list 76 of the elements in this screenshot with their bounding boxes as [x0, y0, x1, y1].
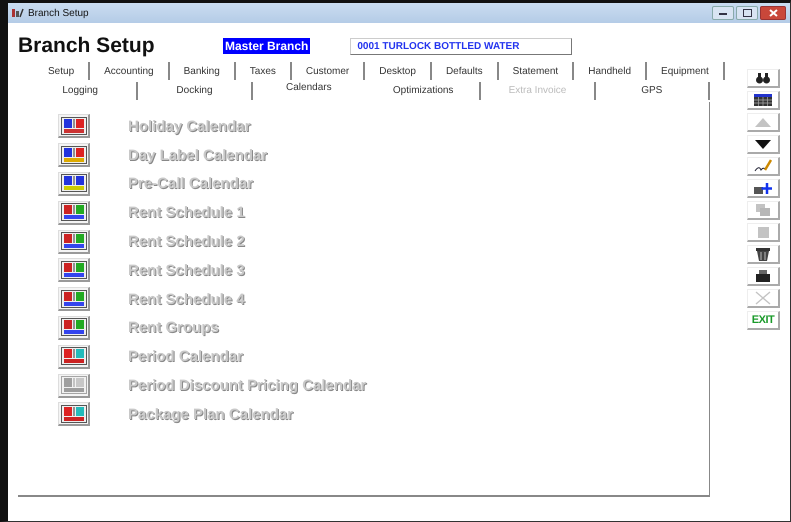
signature-pen-icon [754, 159, 772, 173]
calendar-button[interactable] [58, 114, 90, 138]
toolbar-button[interactable] [747, 245, 780, 264]
calendar-icon [60, 232, 86, 250]
binoculars-icon [756, 72, 770, 84]
calendar-label: Rent Groups [128, 319, 219, 336]
tab[interactable]: Statement [498, 62, 574, 80]
calendar-icon [60, 376, 86, 394]
tab[interactable]: Customer [292, 62, 366, 80]
calendar-icon [60, 404, 86, 423]
calendar-button[interactable] [58, 200, 90, 225]
calendar-button[interactable] [58, 287, 90, 312]
toolbar-button[interactable] [747, 91, 780, 110]
calendar-label: Rent Schedule 1 [128, 204, 245, 222]
tab[interactable]: Equipment [647, 62, 725, 80]
calendar-icon [60, 146, 86, 164]
calendar-label: Period Discount Pricing Calendar [128, 377, 366, 394]
tab[interactable]: Optimizations [366, 82, 482, 100]
cross-icon [755, 291, 771, 305]
toolbar-button[interactable] [747, 69, 780, 88]
down-arrow-icon [755, 140, 771, 148]
calendar-icon [60, 260, 86, 279]
calendar-label: Package Plan Calendar [128, 406, 294, 423]
close-button[interactable] [760, 6, 786, 20]
toolbar-button[interactable] [747, 179, 780, 198]
app-icon [12, 8, 24, 18]
calendar-button[interactable] [58, 402, 90, 426]
close-icon [768, 9, 778, 17]
branch-field[interactable]: 0001 TURLOCK BOTTLED WATER [350, 38, 572, 54]
calendar-label: Day Label Calendar [128, 146, 268, 164]
grid-icon [754, 94, 772, 106]
tab[interactable]: Setup [34, 62, 90, 80]
tab[interactable]: Calendars [252, 78, 367, 96]
calendar-label: Holiday Calendar [128, 118, 251, 135]
tab[interactable]: Desktop [365, 62, 432, 80]
square-icon [758, 226, 768, 238]
copy-icon [756, 204, 770, 216]
minimize-icon [719, 12, 727, 14]
calendar-icon [60, 318, 86, 336]
window-title: Branch Setup [28, 8, 90, 18]
calendar-button[interactable] [58, 316, 90, 340]
calendar-label: Rent Schedule 3 [128, 262, 245, 279]
calendar-label: Period Calendar [128, 348, 244, 366]
tab[interactable]: GPS [596, 82, 710, 100]
tab[interactable]: Taxes [236, 62, 292, 80]
toolbar-button[interactable] [747, 267, 780, 286]
calendar-button[interactable] [58, 143, 90, 168]
tab[interactable]: Banking [170, 62, 236, 80]
calendar-label: Rent Schedule 2 [128, 233, 245, 250]
tab[interactable]: Logging [24, 82, 138, 100]
up-arrow-icon [755, 118, 771, 126]
calendar-label: Rent Schedule 4 [128, 290, 245, 308]
calendar-label: Pre-Call Calendar [128, 175, 254, 192]
toolbar-button[interactable] [747, 135, 780, 154]
calendar-icon [60, 174, 86, 192]
calendar-button[interactable] [58, 230, 90, 254]
calendar-icon [60, 203, 86, 222]
exit-button[interactable]: EXIT [747, 311, 780, 330]
tab[interactable]: Handheld [574, 62, 648, 80]
calendar-button[interactable] [58, 172, 90, 196]
page-heading: Branch Setup [18, 34, 156, 58]
add-record-icon [754, 182, 772, 194]
tab[interactable]: Docking [138, 82, 253, 100]
calendar-icon [60, 116, 86, 135]
calendar-icon [60, 290, 86, 308]
maximize-icon [742, 9, 752, 17]
tab[interactable]: Defaults [432, 62, 499, 80]
branch-label: Master Branch [223, 38, 310, 54]
calendar-button[interactable] [58, 344, 90, 369]
tab[interactable]: Accounting [90, 62, 170, 80]
minimize-button[interactable] [712, 6, 734, 20]
trash-icon [756, 248, 770, 260]
maximize-button[interactable] [736, 6, 758, 20]
printer-icon [756, 270, 770, 282]
calendar-icon [60, 347, 86, 366]
calendar-button[interactable] [58, 258, 90, 282]
